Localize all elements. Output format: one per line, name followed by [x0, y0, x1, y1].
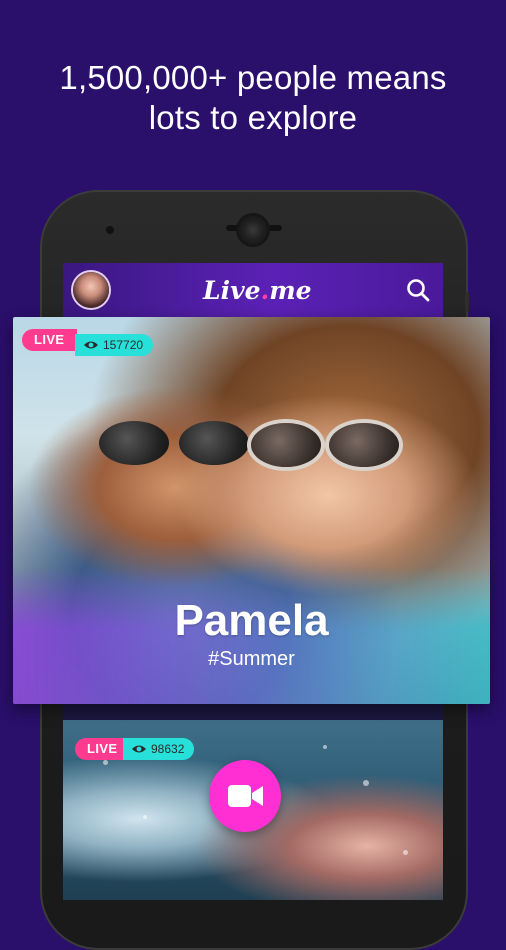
go-live-button[interactable]	[209, 760, 281, 832]
featured-stream-card[interactable]: LIVE 157720 Pamela #Summer	[13, 317, 490, 704]
water-bubble	[323, 745, 327, 749]
stream-hashtag: #Summer	[208, 648, 295, 670]
headline-line-1: 1,500,000+ people means	[59, 59, 447, 96]
viewer-count: 157720	[103, 338, 144, 352]
search-icon[interactable]	[405, 277, 431, 303]
water-bubble	[143, 815, 147, 819]
video-camera-icon	[228, 785, 263, 807]
phone-camera	[239, 216, 267, 244]
logo-suffix: me	[269, 276, 312, 305]
phone-sensor	[106, 226, 114, 234]
sunglasses-right	[251, 423, 321, 467]
eye-icon	[84, 341, 98, 349]
headline-line-2: lots to explore	[148, 99, 358, 136]
sunglasses-left-2	[179, 421, 249, 465]
viewer-count: 98632	[151, 742, 185, 756]
water-bubble	[363, 780, 369, 786]
viewer-count-badge: 157720	[75, 334, 154, 356]
live-label: LIVE	[87, 741, 118, 756]
promo-headline: 1,500,000+ people means lots to explore	[0, 58, 506, 138]
live-label: LIVE	[34, 332, 65, 347]
logo-dot: .	[260, 276, 270, 305]
phone-side-button	[465, 292, 469, 312]
sunglasses-right-2	[329, 423, 399, 467]
logo-text: Live	[203, 276, 261, 305]
sunglasses-left	[99, 421, 169, 465]
app-logo: Live.me	[203, 273, 312, 309]
streamer-name: Pamela	[174, 596, 329, 645]
viewer-count-badge: 98632	[123, 738, 195, 760]
profile-avatar[interactable]	[73, 272, 109, 308]
live-badge: LIVE	[22, 329, 77, 351]
app-bar: Live.me	[63, 263, 443, 319]
water-bubble	[403, 850, 408, 855]
eye-icon	[132, 745, 146, 753]
water-bubble	[103, 760, 108, 765]
live-badge: LIVE	[75, 738, 130, 760]
